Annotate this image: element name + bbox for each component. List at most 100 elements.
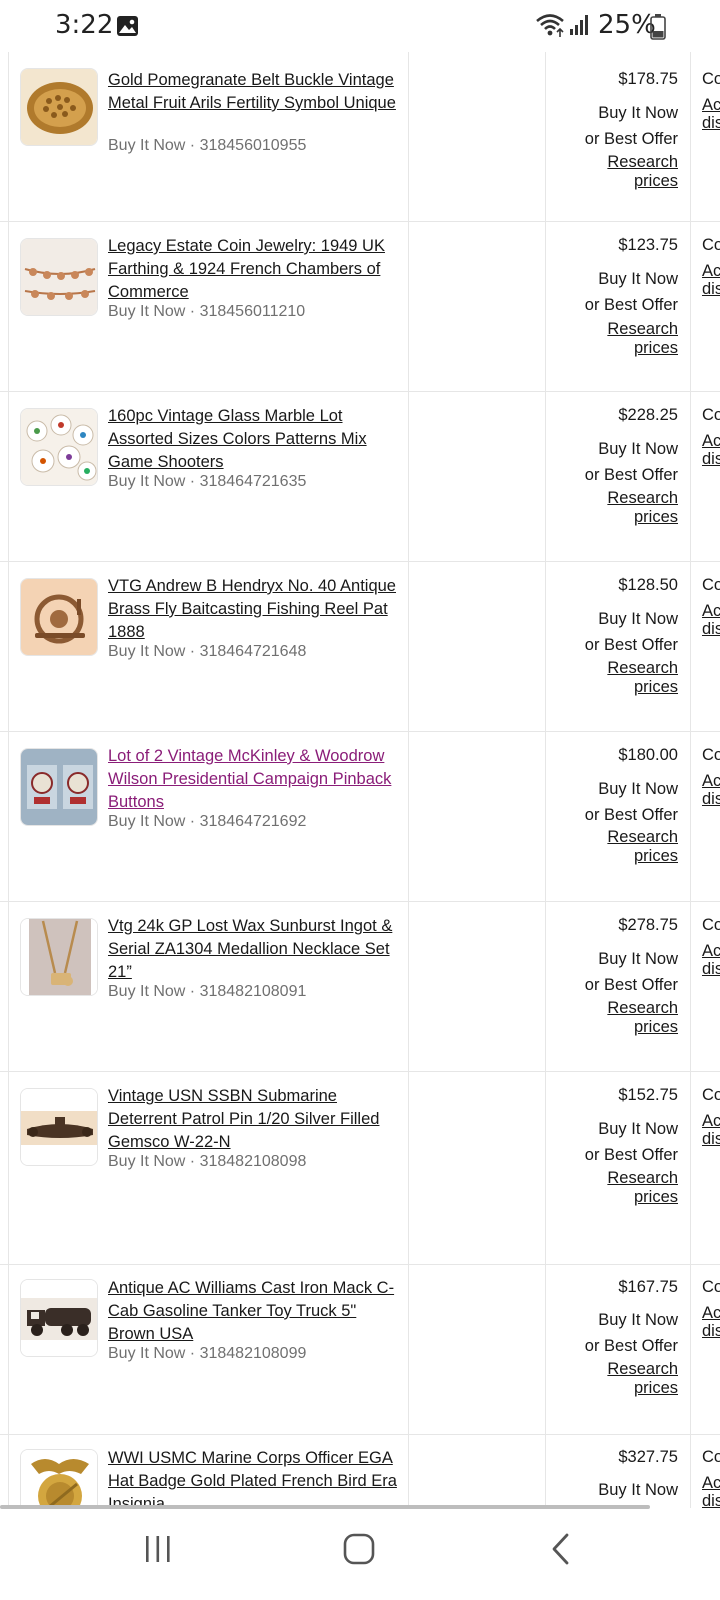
listing-price: $180.00 (618, 746, 678, 764)
clipped-action-link[interactable]: Ac dis (702, 1304, 720, 1340)
listing-thumbnail[interactable] (20, 408, 98, 486)
recent-apps-icon[interactable] (143, 1532, 173, 1566)
clipped-column-text: Co (702, 1086, 720, 1104)
listing-price: $123.75 (618, 236, 678, 254)
research-prices-link[interactable]: Research prices (578, 153, 678, 191)
signal-icon (570, 15, 588, 35)
necklace-image (21, 919, 97, 995)
listing-title-link[interactable]: Gold Pomegranate Belt Buckle Vintage Met… (108, 69, 403, 115)
listing-offer: or Best Offer (584, 296, 678, 314)
clipped-action-link[interactable]: Ac dis (702, 602, 720, 638)
listing-offer: or Best Offer (584, 130, 678, 148)
battery-icon (650, 14, 666, 40)
ega-badge-image (21, 1450, 97, 1508)
listing-meta: Buy It Now · 318464721692 (108, 813, 307, 830)
clipped-action-link[interactable]: Ac dis (702, 1112, 720, 1148)
image-icon (117, 16, 138, 36)
clipped-column-text: Co (702, 916, 720, 934)
listing-thumbnail[interactable] (20, 1088, 98, 1166)
status-time: 3:22 (55, 10, 114, 40)
listing-meta: Buy It Now · 318464721648 (108, 643, 307, 660)
listing-thumbnail[interactable] (20, 748, 98, 826)
listing-row: Lot of 2 Vintage McKinley & Woodrow Wils… (0, 732, 720, 902)
listing-offer: or Best Offer (584, 806, 678, 824)
back-icon[interactable] (550, 1532, 572, 1566)
listing-row: Vtg 24k GP Lost Wax Sunburst Ingot & Ser… (0, 902, 720, 1072)
toy-truck-image (21, 1280, 97, 1356)
battery-percent: 25% (598, 10, 656, 40)
clipped-column-text: Co (702, 236, 720, 254)
research-prices-link[interactable]: Research prices (578, 489, 678, 527)
listing-thumbnail[interactable] (20, 1449, 98, 1508)
listing-row: Gold Pomegranate Belt Buckle Vintage Met… (0, 52, 720, 222)
clipped-action-link[interactable]: Ac dis (702, 772, 720, 808)
listing-title-link[interactable]: Antique AC Williams Cast Iron Mack C-Cab… (108, 1277, 403, 1346)
home-icon[interactable] (342, 1532, 376, 1566)
coin-jewelry-image (21, 239, 97, 315)
listing-format: Buy It Now (598, 1481, 678, 1499)
clipped-column-text: Co (702, 70, 720, 88)
research-prices-link[interactable]: Research prices (578, 999, 678, 1037)
listing-offer: or Best Offer (584, 466, 678, 484)
clipped-column-text: Co (702, 1278, 720, 1296)
listing-title-link[interactable]: Lot of 2 Vintage McKinley & Woodrow Wils… (108, 745, 403, 814)
listing-meta: Buy It Now · 318482108099 (108, 1345, 307, 1362)
listing-price: $228.25 (618, 406, 678, 424)
listings-table: Gold Pomegranate Belt Buckle Vintage Met… (0, 52, 720, 1508)
listing-thumbnail[interactable] (20, 238, 98, 316)
listing-meta: Buy It Now · 318456010955 (108, 137, 307, 154)
research-prices-link[interactable]: Research prices (578, 659, 678, 697)
research-prices-link[interactable]: Research prices (578, 1360, 678, 1398)
system-nav-bar (0, 1510, 720, 1600)
listing-title-link[interactable]: WWI USMC Marine Corps Officer EGA Hat Ba… (108, 1447, 403, 1508)
listing-title-link[interactable]: Vintage USN SSBN Submarine Deterrent Pat… (108, 1085, 403, 1154)
listing-title-link[interactable]: Legacy Estate Coin Jewelry: 1949 UK Fart… (108, 235, 403, 304)
clipped-action-link[interactable]: Ac dis (702, 432, 720, 468)
listing-thumbnail[interactable] (20, 1279, 98, 1357)
listing-format: Buy It Now (598, 950, 678, 968)
horizontal-scrollbar[interactable] (0, 1505, 650, 1509)
clipped-action-link[interactable]: Ac dis (702, 262, 720, 298)
listing-row: 160pc Vintage Glass Marble Lot Assorted … (0, 392, 720, 562)
listing-meta: Buy It Now · 318482108098 (108, 1153, 307, 1170)
listing-title-link[interactable]: VTG Andrew B Hendryx No. 40 Antique Bras… (108, 575, 403, 644)
fishing-reel-image (21, 579, 97, 655)
status-bar: 3:22 25% (0, 0, 720, 52)
wifi-icon (536, 14, 564, 37)
listing-price: $152.75 (618, 1086, 678, 1104)
listing-format: Buy It Now (598, 270, 678, 288)
listing-price: $327.75 (618, 1448, 678, 1466)
listing-thumbnail[interactable] (20, 918, 98, 996)
listing-row: Antique AC Williams Cast Iron Mack C-Cab… (0, 1265, 720, 1435)
clipped-column-text: Co (702, 1448, 720, 1466)
listing-thumbnail[interactable] (20, 578, 98, 656)
marbles-image (21, 409, 97, 485)
research-prices-link[interactable]: Research prices (578, 1169, 678, 1207)
listing-price: $167.75 (618, 1278, 678, 1296)
clipped-action-link[interactable]: Ac dis (702, 96, 720, 132)
listing-format: Buy It Now (598, 440, 678, 458)
clipped-column-text: Co (702, 576, 720, 594)
research-prices-link[interactable]: Research prices (578, 320, 678, 358)
listing-price: $278.75 (618, 916, 678, 934)
belt-buckle-image (21, 69, 97, 145)
listing-format: Buy It Now (598, 104, 678, 122)
listing-offer: or Best Offer (584, 1146, 678, 1164)
listing-meta: Buy It Now · 318482108091 (108, 983, 307, 1000)
listing-row: WWI USMC Marine Corps Officer EGA Hat Ba… (0, 1435, 720, 1508)
research-prices-link[interactable]: Research prices (578, 828, 678, 866)
listing-title-link[interactable]: 160pc Vintage Glass Marble Lot Assorted … (108, 405, 403, 474)
clipped-column-text: Co (702, 406, 720, 424)
pinback-buttons-image (21, 749, 97, 825)
listing-row: VTG Andrew B Hendryx No. 40 Antique Bras… (0, 562, 720, 732)
listing-offer: or Best Offer (584, 636, 678, 654)
listing-row: Vintage USN SSBN Submarine Deterrent Pat… (0, 1072, 720, 1265)
clipped-action-link[interactable]: Ac dis (702, 1474, 720, 1508)
listing-meta: Buy It Now · 318464721635 (108, 473, 307, 490)
clipped-action-link[interactable]: Ac dis (702, 942, 720, 978)
listing-format: Buy It Now (598, 610, 678, 628)
listing-thumbnail[interactable] (20, 68, 98, 146)
clipped-column-text: Co (702, 746, 720, 764)
listing-offer: or Best Offer (584, 976, 678, 994)
listing-title-link[interactable]: Vtg 24k GP Lost Wax Sunburst Ingot & Ser… (108, 915, 403, 984)
